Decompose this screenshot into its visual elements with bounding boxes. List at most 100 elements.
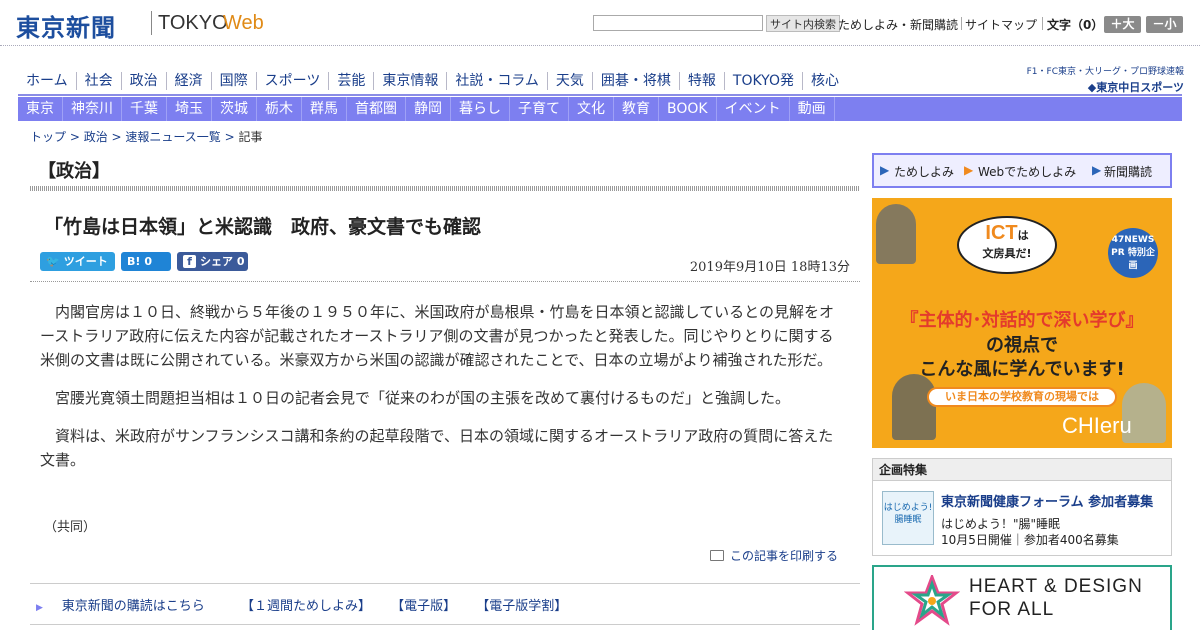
breadcrumb-news-list[interactable]: 速報ニュース一覧 xyxy=(125,130,220,144)
breadcrumb-top[interactable]: トップ xyxy=(30,130,66,144)
subscription-links: ▶ 東京新聞の購読はこちら 【１週間ためしよみ】 【電子版】 【電子版学割】 xyxy=(36,595,583,614)
printer-icon xyxy=(710,550,724,561)
rnav-item-kosodate[interactable]: 子育て xyxy=(510,97,569,121)
print-article-link[interactable]: この記事を印刷する xyxy=(710,547,838,564)
ad-47news-badge: 47NEWS PR 特別企画 xyxy=(1108,228,1158,278)
rnav-item-shizuoka[interactable]: 静岡 xyxy=(406,97,451,121)
facebook-icon: f xyxy=(183,255,196,268)
logo-web-text[interactable]: Web xyxy=(223,12,264,35)
arrow-right-icon: ▶ xyxy=(36,603,46,613)
breadcrumb-sep: > xyxy=(107,130,126,144)
rnav-item-tokyo[interactable]: 東京 xyxy=(18,97,63,121)
feature-heading: 企画特集 xyxy=(873,459,1171,481)
gnav-item-tokyo-info[interactable]: 東京情報 xyxy=(374,72,448,90)
sidebar-subscribe-nav: ▶ ためしよみ ▶ Webでためしよみ ▶ 新聞購読 xyxy=(872,153,1172,188)
gnav-item-kakushin[interactable]: 核心 xyxy=(803,72,847,90)
subscribe-trial-link[interactable]: ためしよみ・新聞購読 xyxy=(838,16,958,33)
feature-title-link[interactable]: 東京新聞健康フォーラム 参加者募集 xyxy=(941,491,1153,510)
gnav-item-editorial[interactable]: 社説・コラム xyxy=(447,72,548,90)
article-headline: 「竹島は日本領」と米認識 政府、豪文書でも確認 xyxy=(44,216,482,238)
header-divider xyxy=(1042,17,1043,30)
logo-separator xyxy=(151,11,152,35)
sidebar-web-trial-link[interactable]: Webでためしよみ xyxy=(978,163,1076,180)
ad-ict-text: ICT xyxy=(985,222,1018,244)
hatena-count: 0 xyxy=(144,255,153,268)
digital-edition-link[interactable]: 【電子版】 xyxy=(391,599,456,614)
breadcrumb-politics[interactable]: 政治 xyxy=(84,130,108,144)
rnav-item-kanagawa[interactable]: 神奈川 xyxy=(63,97,122,121)
feature-info: 10月5日開催｜参加者400名募集 xyxy=(941,533,1119,547)
rnav-item-book[interactable]: BOOK xyxy=(659,97,717,121)
tweet-label: ツイート xyxy=(63,255,108,268)
ad-ribbon: いま日本の学校教育の現場では xyxy=(927,387,1117,407)
ad-tool-text: 文房具だ! xyxy=(982,247,1032,260)
gnav-item-society[interactable]: 社会 xyxy=(77,72,122,90)
gnav-item-go-shogi[interactable]: 囲碁・将棋 xyxy=(593,72,680,90)
search-button[interactable]: サイト内検索 xyxy=(766,15,840,32)
breadcrumb-sep: > xyxy=(220,130,239,144)
hatena-bookmark-button[interactable]: B! 0 xyxy=(121,252,171,271)
rnav-item-tochigi[interactable]: 栃木 xyxy=(257,97,302,121)
gnav-item-sports[interactable]: スポーツ xyxy=(257,72,330,90)
facebook-share-button[interactable]: f シェア 0 xyxy=(177,252,248,271)
gnav-item-special-report[interactable]: 特報 xyxy=(680,72,725,90)
header-divider xyxy=(961,17,962,30)
global-nav: ホーム 社会 政治 経済 国際 スポーツ 芸能 東京情報 社説・コラム 天気 囲… xyxy=(18,72,847,92)
font-smaller-button[interactable]: －小 xyxy=(1146,16,1183,33)
article-divider xyxy=(30,281,860,282)
ad-brand-logo: CHIeru xyxy=(1062,413,1132,438)
heart-design-ad[interactable]: HEART & DESIGN FOR ALL xyxy=(872,565,1172,630)
rnav-item-saitama[interactable]: 埼玉 xyxy=(167,97,212,121)
feature-thumbnail[interactable]: はじめよう!腸睡眠 xyxy=(882,491,934,545)
gnav-item-international[interactable]: 国際 xyxy=(212,72,257,90)
ad2-line1: HEART & DESIGN xyxy=(969,576,1143,597)
logo-tokyo-text[interactable]: TOKYO xyxy=(158,12,228,35)
sidebar-subscribe-link[interactable]: 新聞購読 xyxy=(1104,163,1152,180)
article-paragraph: 宮腰光寛領土問題担当相は１０日の記者会見で「従来のわが国の主張を改めて裏付けるも… xyxy=(55,389,791,407)
print-label: この記事を印刷する xyxy=(730,549,839,563)
gnav-item-entertainment[interactable]: 芸能 xyxy=(329,72,375,90)
gnav-item-economy[interactable]: 経済 xyxy=(167,72,212,90)
rnav-item-video[interactable]: 動画 xyxy=(790,97,835,121)
rnav-item-event[interactable]: イベント xyxy=(717,97,790,121)
sitemap-link[interactable]: サイトマップ xyxy=(965,16,1037,33)
article-body: 内閣官房は１０日、終戦から５年後の１９５０年に、米国政府が島根県・竹島を日本領と… xyxy=(40,300,845,486)
search-input[interactable] xyxy=(593,15,763,31)
chunichi-sports-caption: F1・FC東京・大リーグ・プロ野球速報 xyxy=(1026,67,1184,77)
chunichi-sports-logo[interactable]: ◆東京中日スポーツ xyxy=(1012,79,1184,95)
chunichi-sports-link[interactable]: F1・FC東京・大リーグ・プロ野球速報 ◆東京中日スポーツ xyxy=(1012,64,1184,95)
gnav-item-weather[interactable]: 天気 xyxy=(548,72,593,90)
rnav-item-gunma[interactable]: 群馬 xyxy=(302,97,347,121)
nav-divider xyxy=(18,94,1182,96)
rnav-item-ibaraki[interactable]: 茨城 xyxy=(212,97,257,121)
rnav-item-kyoiku[interactable]: 教育 xyxy=(614,97,659,121)
section-divider xyxy=(30,186,860,191)
ad-headline-line2: の視点で xyxy=(986,335,1058,356)
subscribe-link[interactable]: ▶ 東京新聞の購読はこちら xyxy=(36,599,221,614)
tweet-button[interactable]: 🐦 ツイート xyxy=(40,252,115,271)
ad-speech-bubble: ICTは 文房具だ! xyxy=(957,216,1057,274)
arrow-right-icon: ▶ xyxy=(1092,163,1102,177)
font-larger-button[interactable]: ＋大 xyxy=(1104,16,1141,33)
site-logo[interactable]: 東京新聞 xyxy=(16,8,116,43)
digital-student-link[interactable]: 【電子版学割】 xyxy=(476,599,567,614)
trial-week-link[interactable]: 【１週間ためしよみ】 xyxy=(241,599,371,614)
breadcrumb-current: 記事 xyxy=(238,130,263,144)
heart-design-logo-icon xyxy=(904,575,960,626)
arrow-right-icon: ▶ xyxy=(880,163,890,177)
gnav-item-tokyo-hatsu[interactable]: TOKYO発 xyxy=(725,72,803,90)
ict-education-ad[interactable]: ICTは 文房具だ! 47NEWS PR 特別企画 『主体的･対話的で深い学び』… xyxy=(872,198,1172,448)
gnav-item-home[interactable]: ホーム xyxy=(18,72,77,90)
rnav-item-bunka[interactable]: 文化 xyxy=(569,97,614,121)
rnav-item-chiba[interactable]: 千葉 xyxy=(122,97,167,121)
article-paragraph: 資料は、米政府がサンフランシスコ講和条約の起草段階で、日本の領域に関するオースト… xyxy=(40,427,834,469)
site-header: 東京新聞 TOKYO Web サイト内検索 ためしよみ・新聞購読 サイトマップ … xyxy=(0,0,1200,46)
region-nav: 東京 神奈川 千葉 埼玉 茨城 栃木 群馬 首都圏 静岡 暮らし 子育て 文化 … xyxy=(18,97,1182,121)
gnav-item-politics[interactable]: 政治 xyxy=(122,72,167,90)
rnav-item-kurashi[interactable]: 暮らし xyxy=(451,97,510,121)
ad-photo-teacher xyxy=(892,374,936,440)
ad-headline-line3: こんな風に学んでいます! xyxy=(919,359,1125,380)
rnav-item-shutoken[interactable]: 首都圏 xyxy=(347,97,406,121)
footer-divider xyxy=(30,624,860,625)
sidebar-trial-link[interactable]: ためしよみ xyxy=(894,163,954,180)
